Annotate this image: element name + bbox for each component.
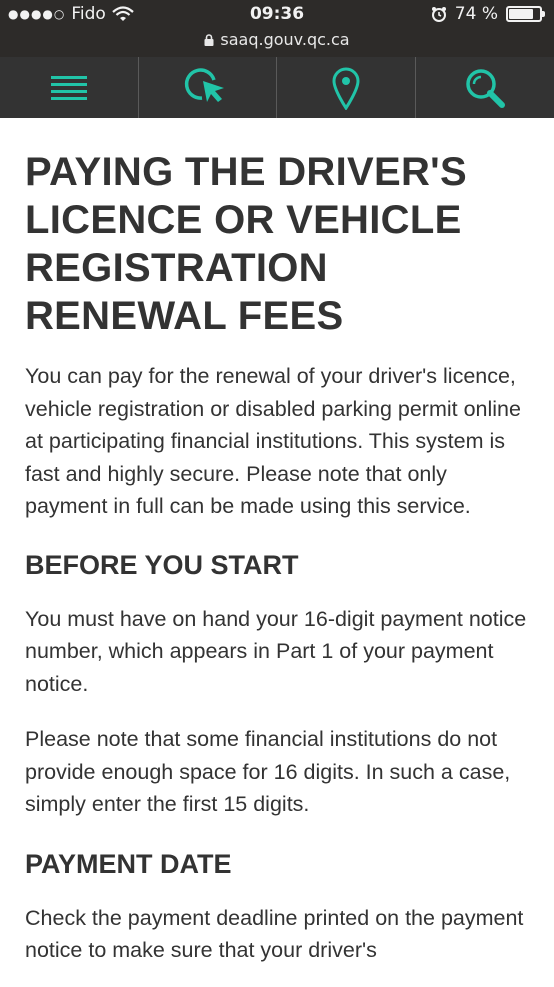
online-services-button[interactable] bbox=[139, 57, 277, 118]
alarm-icon bbox=[431, 7, 446, 22]
intro-paragraph: You can pay for the renewal of your driv… bbox=[25, 364, 521, 518]
menu-button[interactable] bbox=[0, 57, 139, 118]
address-bar[interactable]: saaq.gouv.qc.ca bbox=[0, 30, 554, 49]
page-title: PAYING THE DRIVER'S LICENCE OR VEHICLE R… bbox=[25, 150, 467, 338]
payment-notice-paragraph: You must have on hand your 16-digit paym… bbox=[25, 606, 527, 696]
search-icon bbox=[466, 68, 505, 108]
digits-note-paragraph: Please note that some financial institut… bbox=[25, 727, 511, 816]
lock-icon bbox=[204, 34, 214, 46]
status-bar: ●●●●○ Fido 09:36 74 % saaq.gouv.qc.ca bbox=[0, 0, 554, 57]
url-text: saaq.gouv.qc.ca bbox=[220, 30, 350, 49]
hamburger-menu-icon bbox=[50, 75, 87, 100]
battery-icon bbox=[506, 6, 545, 22]
payment-date-heading: PAYMENT DATE bbox=[25, 848, 232, 879]
online-services-cursor-icon bbox=[185, 67, 225, 102]
search-button[interactable] bbox=[416, 57, 554, 118]
main-content: PAYING THE DRIVER'S LICENCE OR VEHICLE R… bbox=[25, 148, 535, 967]
battery-percent: 74 % bbox=[454, 4, 498, 24]
site-navigation bbox=[0, 57, 554, 118]
location-pin-icon bbox=[332, 67, 360, 110]
locations-button[interactable] bbox=[277, 57, 416, 118]
before-you-start-heading: BEFORE YOU START bbox=[25, 549, 299, 580]
payment-deadline-paragraph: Check the payment deadline printed on th… bbox=[25, 905, 524, 963]
